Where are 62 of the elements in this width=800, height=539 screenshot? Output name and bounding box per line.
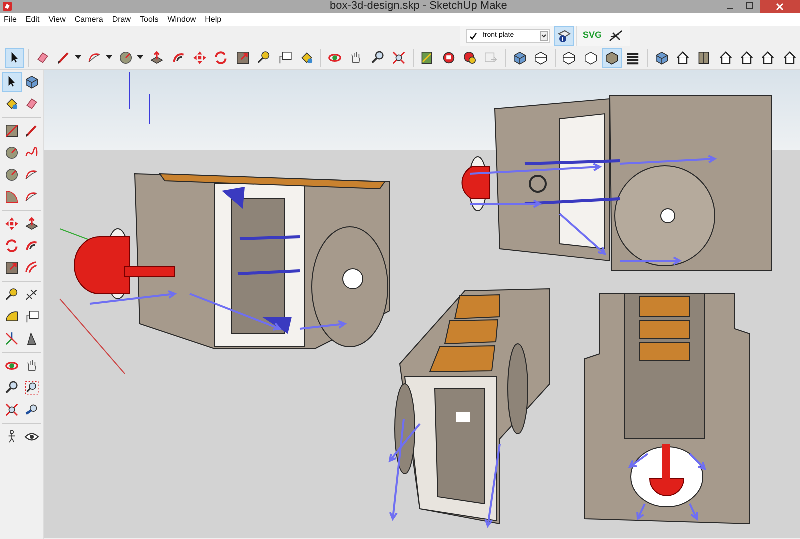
close-button[interactable]: [760, 0, 800, 13]
house-icon: [738, 50, 755, 66]
menu-item[interactable]: Edit: [26, 14, 40, 26]
house-icon: [718, 50, 734, 66]
rectangle-icon: [4, 123, 20, 139]
text-label-icon: [24, 309, 40, 325]
tool-button[interactable]: [2, 72, 22, 92]
cube-icon: [512, 50, 528, 66]
zoom-window-icon: [24, 380, 40, 396]
shaded-box-icon: [604, 50, 620, 66]
menu-item[interactable]: Window: [168, 14, 196, 26]
cube-icon: [24, 74, 40, 90]
layer-info-button[interactable]: [554, 26, 574, 46]
tool-button[interactable]: [22, 378, 42, 398]
move-icon: [192, 50, 208, 66]
pie-icon: [4, 189, 20, 205]
wireframe-box-icon: [532, 50, 549, 66]
move-icon: [4, 216, 20, 232]
menu-item[interactable]: View: [48, 14, 66, 26]
text-label-icon: [277, 50, 294, 66]
menu-item[interactable]: Help: [205, 14, 222, 26]
tool-button[interactable]: [602, 48, 622, 68]
zoom-extents-icon: [4, 402, 20, 418]
tool-button[interactable]: [5, 48, 24, 68]
magnifier-icon: [370, 50, 386, 66]
zoom-extents-icon: [391, 50, 408, 66]
cube-icon: [654, 50, 670, 66]
caret-icon[interactable]: [74, 55, 82, 60]
close-icon: [776, 2, 784, 10]
house-icon: [760, 50, 776, 66]
house-icon: [674, 50, 691, 66]
dimension-icon: [24, 287, 40, 303]
caret-icon[interactable]: [106, 55, 113, 60]
tape-measure-icon: [4, 287, 20, 303]
menu-item[interactable]: File: [4, 14, 17, 26]
push-pull-icon: [24, 216, 40, 232]
viewport[interactable]: [44, 70, 800, 539]
axes-icon: [4, 331, 20, 347]
layer-info-icon: [557, 29, 571, 43]
tape-measure-icon: [256, 50, 272, 66]
menu-item[interactable]: Tools: [140, 14, 159, 26]
push-pull-icon: [149, 50, 166, 66]
menu-item[interactable]: Draw: [112, 14, 132, 26]
caret-icon[interactable]: [137, 55, 144, 60]
app-logo-icon: [3, 2, 12, 11]
rotate-icon: [4, 238, 20, 254]
window-title: box-3d-design.skp - SketchUp Make: [330, 0, 508, 13]
paint-bucket-icon: [4, 96, 20, 112]
eraser-icon: [24, 96, 40, 112]
rotate-icon: [213, 50, 230, 66]
magnifier-icon: [4, 380, 20, 396]
circle-icon: [4, 167, 20, 183]
house-icon: [782, 50, 798, 66]
scale-icon: [4, 260, 20, 276]
wireframe-box-icon: [561, 50, 578, 66]
circle-icon: [118, 50, 134, 66]
scale-icon: [234, 50, 251, 66]
hidden-line-box-icon: [582, 50, 599, 66]
magnifier-arrow-icon: [24, 402, 40, 418]
insect-icon[interactable]: [608, 29, 624, 43]
menu-item[interactable]: Camera: [74, 14, 104, 26]
circle-icon: [4, 145, 20, 161]
